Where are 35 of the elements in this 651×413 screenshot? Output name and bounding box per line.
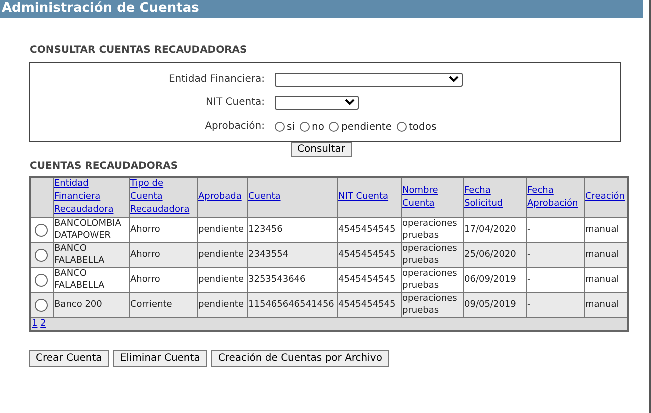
section-heading: CUENTAS RECAUDADORAS: [30, 160, 180, 174]
table-cell: pendiente: [197, 292, 247, 318]
field-label: NIT Cuenta:: [205, 96, 265, 110]
radio-label[interactable]: no: [312, 120, 324, 135]
radio-label[interactable]: todos: [409, 120, 437, 135]
page-link[interactable]: 1: [32, 319, 38, 329]
page-link[interactable]: 2: [40, 319, 46, 329]
table-cell: 2343554: [247, 242, 337, 268]
table-cell: BANCO FALABELLA: [53, 242, 129, 268]
table-cell: 09/05/2019: [463, 292, 526, 318]
consultar-button[interactable]: Consultar: [290, 142, 352, 157]
column-sort-link[interactable]: Tipo de Cuenta Recaudadora: [130, 178, 196, 217]
table-cell: operaciones pruebas: [401, 292, 463, 318]
radio-label[interactable]: si: [287, 120, 295, 135]
table-cell: 115465646541456: [247, 292, 337, 318]
radio-label[interactable]: pendiente: [341, 120, 392, 135]
table-cell: -: [526, 292, 584, 318]
table-cell: Banco 200: [53, 292, 129, 318]
table-cell: manual: [584, 242, 628, 268]
window-title: Administración de Cuentas: [0, 0, 643, 18]
table-cell: 25/06/2020: [463, 242, 526, 268]
column-sort-link[interactable]: Entidad Financiera Recaudadora: [54, 178, 128, 217]
table-cell: pendiente: [197, 242, 247, 268]
table-cell: Corriente: [129, 292, 197, 318]
table-cell: manual: [584, 292, 628, 318]
action-button[interactable]: Crear Cuenta: [29, 350, 110, 367]
section-heading: CONSULTAR CUENTAS RECAUDADORAS: [30, 44, 248, 58]
action-button[interactable]: Creación de Cuentas por Archivo: [211, 350, 390, 367]
field-label: Aprobación:: [204, 120, 265, 134]
action-button[interactable]: Eliminar Cuenta: [113, 350, 208, 367]
field-label: Entidad Financiera:: [168, 73, 265, 87]
table-cell: -: [526, 242, 584, 268]
table-cell: 4545454545: [337, 292, 401, 318]
table-cell: 4545454545: [337, 242, 401, 268]
table-cell: Ahorro: [129, 242, 197, 268]
